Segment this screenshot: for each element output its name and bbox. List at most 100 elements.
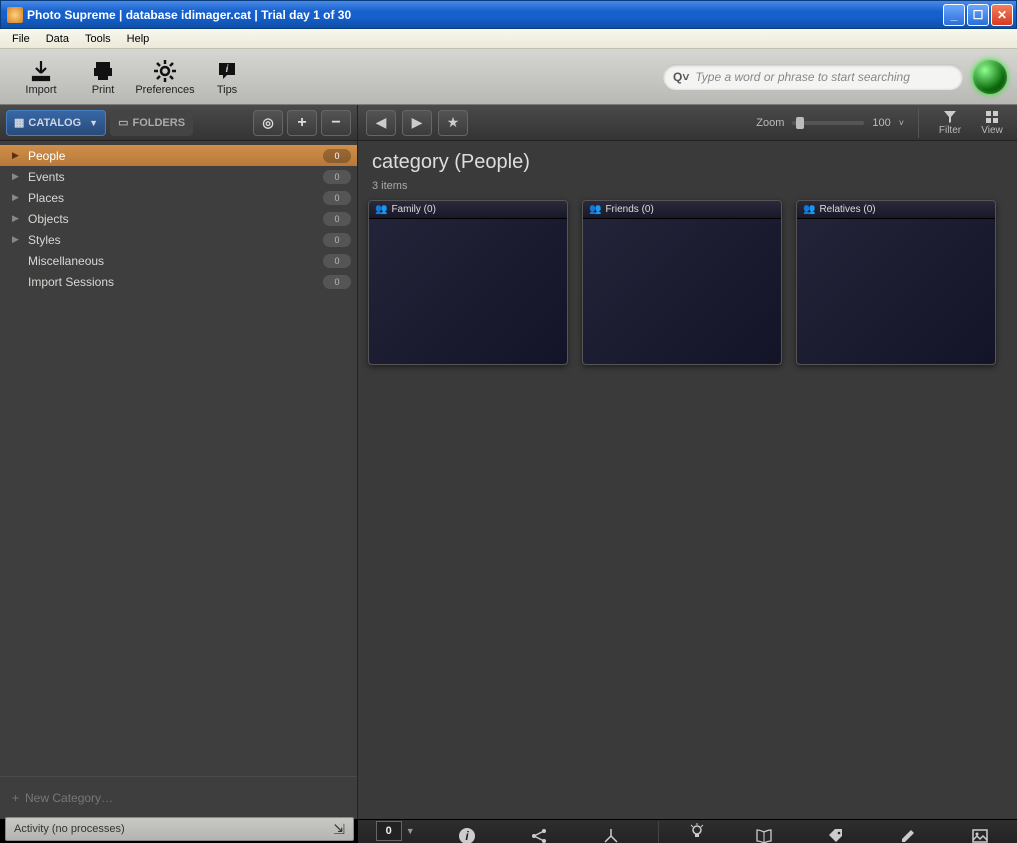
category-label: Objects xyxy=(28,212,317,226)
app-icon xyxy=(7,7,23,23)
menu-help[interactable]: Help xyxy=(119,31,158,47)
batch-icon xyxy=(602,826,620,843)
window-buttons: _ ☐ ✕ xyxy=(943,4,1013,26)
chevron-down-icon[interactable]: ˅ xyxy=(899,118,904,128)
slider-knob[interactable] xyxy=(796,117,804,129)
link-icon: ◎ xyxy=(262,115,273,131)
category-row-events[interactable]: ▶Events0 xyxy=(0,166,357,187)
close-button[interactable]: ✕ xyxy=(991,4,1013,26)
content-title: category (People) xyxy=(358,141,1017,180)
expand-triangle-icon[interactable]: ▶ xyxy=(12,234,22,245)
share-button[interactable]: Share xyxy=(514,826,564,843)
favorite-button[interactable]: ★ xyxy=(438,110,468,136)
activity-bar[interactable]: Activity (no processes) ⇲ xyxy=(5,817,354,841)
thumbnail-label: Family (0) xyxy=(391,204,435,215)
star-icon: ★ xyxy=(447,114,460,131)
adjust-button[interactable]: Adjust xyxy=(883,826,933,843)
light-table-button[interactable]: Light Table xyxy=(658,821,717,843)
main-area: ▦ CATALOG ▼ ▭ FOLDERS ◎ + − ▶People0▶Eve… xyxy=(0,105,1017,819)
expand-triangle-icon[interactable]: ▶ xyxy=(12,213,22,224)
search-input[interactable]: Q˅ Type a word or phrase to start search… xyxy=(663,64,963,90)
lightbulb-icon xyxy=(688,821,706,841)
image-basket-button[interactable]: 0 ▼ Image Basket xyxy=(370,821,420,843)
category-row-styles[interactable]: ▶ Styles 0 xyxy=(0,229,357,250)
info-button[interactable]: i Info xyxy=(442,826,492,843)
content-area: ◀ ▶ ★ Zoom 100 ˅ Filter View category (P… xyxy=(358,105,1017,819)
print-button[interactable]: Print xyxy=(72,58,134,96)
new-category-button[interactable]: + New Category… xyxy=(0,776,357,819)
link-button[interactable]: ◎ xyxy=(253,110,283,136)
bottom-toolbar: 0 ▼ Image Basket i Info Share Batch Ligh… xyxy=(358,819,1017,843)
nav-back-button[interactable]: ◀ xyxy=(366,110,396,136)
plus-icon: + xyxy=(297,114,306,132)
book-icon xyxy=(755,826,773,843)
thumbnail-item[interactable]: 👥 Relatives (0) xyxy=(796,200,996,365)
category-row-miscellaneous[interactable]: Miscellaneous0 xyxy=(0,250,357,271)
expand-triangle-icon[interactable]: ▶ xyxy=(12,171,22,182)
category-row-people[interactable]: ▶People0 xyxy=(0,145,357,166)
expand-triangle-icon[interactable]: ▶ xyxy=(12,150,22,161)
catalog-icon: ▦ xyxy=(14,116,24,129)
nav-forward-button[interactable]: ▶ xyxy=(402,110,432,136)
category-label: Import Sessions xyxy=(28,275,317,289)
category-label: Styles xyxy=(28,233,317,247)
filter-button[interactable]: Filter xyxy=(933,109,967,136)
window-titlebar: Photo Supreme | database idimager.cat | … xyxy=(0,0,1017,29)
triangle-left-icon: ◀ xyxy=(376,114,387,131)
people-icon: 👥 xyxy=(803,204,815,215)
minimize-button[interactable]: _ xyxy=(943,4,965,26)
import-button[interactable]: Import xyxy=(10,58,72,96)
batch-button[interactable]: Batch xyxy=(586,826,636,843)
assign-button[interactable]: Assign xyxy=(811,826,861,843)
grid-icon xyxy=(985,109,999,125)
sidebar: ▦ CATALOG ▼ ▭ FOLDERS ◎ + − ▶People0▶Eve… xyxy=(0,105,358,819)
folder-icon: ▭ xyxy=(118,116,128,129)
category-row-import-sessions[interactable]: Import Sessions 0 xyxy=(0,271,357,292)
menu-tools[interactable]: Tools xyxy=(77,31,119,47)
category-count-badge: 0 xyxy=(323,233,351,247)
people-icon: 👥 xyxy=(589,204,601,215)
add-button[interactable]: + xyxy=(287,110,317,136)
info-icon: i xyxy=(458,826,476,843)
import-icon xyxy=(28,58,54,84)
thumbnail-label: Friends (0) xyxy=(605,204,653,215)
remove-button[interactable]: − xyxy=(321,110,351,136)
chevron-down-icon: ▼ xyxy=(89,118,98,128)
category-list: ▶People0▶Events0▶Places0▶Objects0▶Styles… xyxy=(0,141,357,772)
status-orb[interactable] xyxy=(973,60,1007,94)
share-icon xyxy=(530,826,548,843)
thumbnail-item[interactable]: 👥 Friends (0) xyxy=(582,200,782,365)
thumbnail-label: Relatives (0) xyxy=(819,204,875,215)
sidebar-tabs: ▦ CATALOG ▼ ▭ FOLDERS ◎ + − xyxy=(0,105,357,141)
preferences-button[interactable]: Preferences xyxy=(134,58,196,96)
category-count-badge: 0 xyxy=(323,212,351,226)
details-button[interactable]: Details xyxy=(739,826,789,843)
svg-text:i: i xyxy=(226,64,229,75)
category-row-places[interactable]: ▶Places0 xyxy=(0,187,357,208)
thumbnail-item[interactable]: 👥Family (0) xyxy=(368,200,568,365)
thumbnail-header: 👥 Friends (0) xyxy=(583,201,781,219)
search-icon: Q˅ xyxy=(673,70,689,84)
tips-button[interactable]: i Tips xyxy=(196,58,258,96)
menu-bar: File Data Tools Help xyxy=(0,29,1017,49)
brush-icon xyxy=(899,826,917,843)
category-row-objects[interactable]: ▶ Objects 0 xyxy=(0,208,357,229)
dock-icon[interactable]: ⇲ xyxy=(333,821,345,838)
image-icon xyxy=(971,826,989,843)
menu-file[interactable]: File xyxy=(4,31,38,47)
zoom-control: Zoom 100 ˅ Filter View xyxy=(756,108,1009,138)
thumbnail-header: 👥 Relatives (0) xyxy=(797,201,995,219)
main-toolbar: Import Print Preferences i Tips Q˅ Type … xyxy=(0,49,1017,105)
preview-button[interactable]: Preview xyxy=(955,826,1005,843)
category-count-badge: 0 xyxy=(323,275,351,289)
maximize-button[interactable]: ☐ xyxy=(967,4,989,26)
triangle-right-icon: ▶ xyxy=(412,114,423,131)
menu-data[interactable]: Data xyxy=(38,31,77,47)
expand-triangle-icon[interactable]: ▶ xyxy=(12,192,22,203)
tab-folders[interactable]: ▭ FOLDERS xyxy=(110,110,193,136)
tab-catalog[interactable]: ▦ CATALOG ▼ xyxy=(6,110,106,136)
zoom-slider[interactable] xyxy=(792,121,864,125)
basket-icon: 0 ▼ xyxy=(376,821,415,841)
category-count-badge: 0 xyxy=(323,149,351,163)
view-button[interactable]: View xyxy=(975,109,1009,136)
